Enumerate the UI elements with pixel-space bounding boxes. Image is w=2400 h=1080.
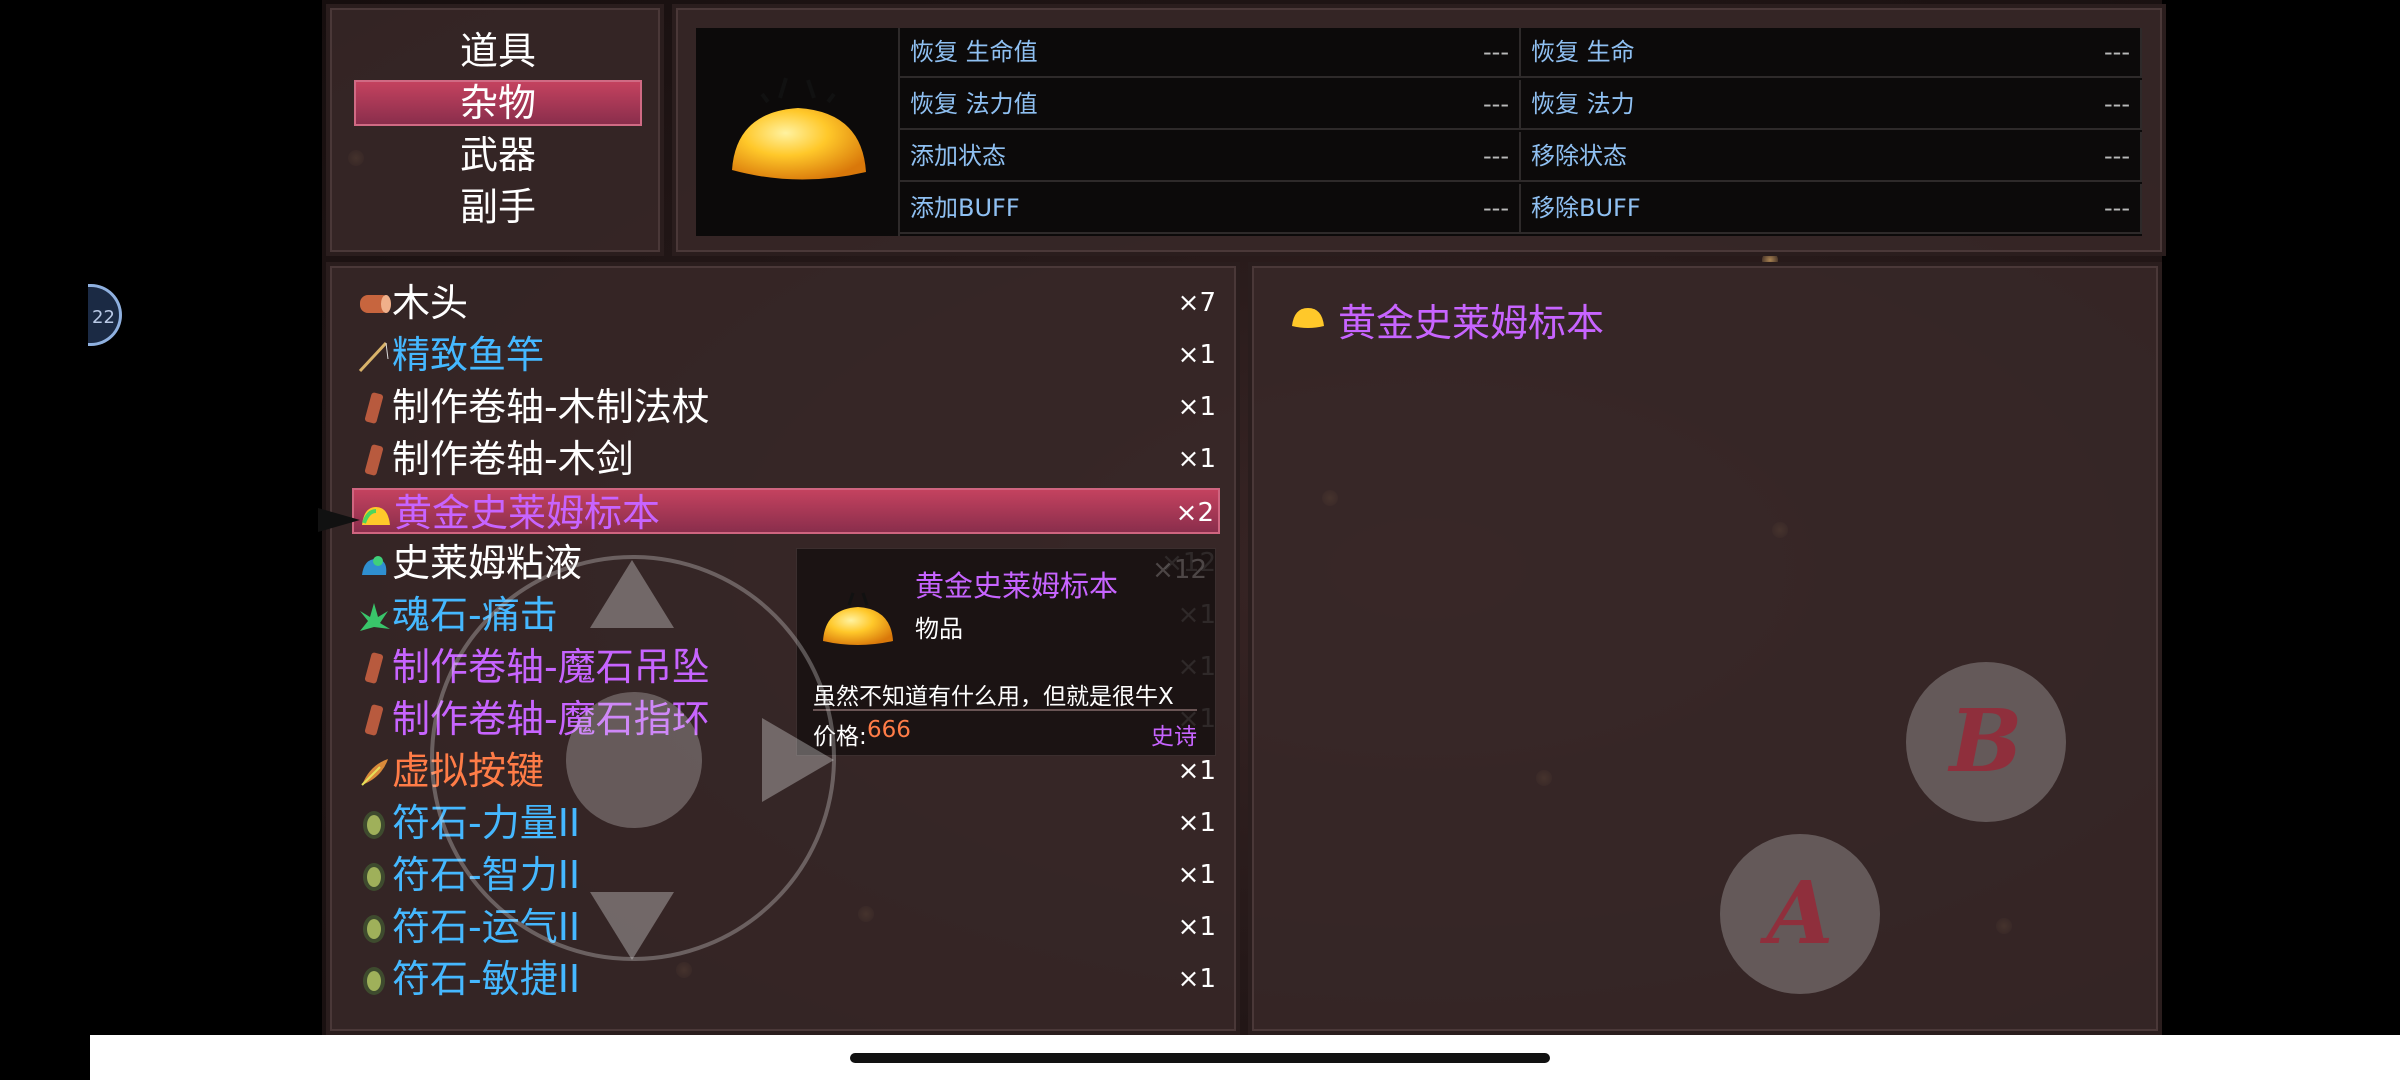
stat-value: --- <box>1483 142 1509 170</box>
item-count: ×1 <box>1177 340 1216 370</box>
stat-label: 恢复 生命值 <box>910 38 1038 66</box>
soul-stone-icon <box>356 599 392 633</box>
category-tab[interactable]: 武器 <box>354 132 642 178</box>
golden-slime-icon <box>732 77 866 180</box>
stat-row: 恢复 生命 --- <box>1521 28 2142 78</box>
stat-label: 恢复 法力值 <box>910 90 1038 118</box>
tooltip-item-type: 物品 <box>915 615 963 643</box>
item-count: ×1 <box>1177 392 1216 422</box>
wood-log-icon <box>356 287 392 321</box>
item-name: 黄金史莱姆标本 <box>394 491 661 535</box>
rune-stone-icon <box>356 911 392 945</box>
tooltip-underlay-count: ×12 <box>1152 555 1207 585</box>
selection-cursor <box>318 508 360 532</box>
category-tab[interactable]: 副手 <box>354 184 642 230</box>
dpad-down-icon[interactable] <box>590 892 674 960</box>
item-count: ×1 <box>1177 912 1216 942</box>
stat-label: 恢复 法力 <box>1531 90 1635 118</box>
feather-icon <box>356 755 392 789</box>
slime-goo-icon <box>356 547 392 581</box>
item-name: 符石-敏捷II <box>392 957 581 1001</box>
item-count: ×1 <box>1177 964 1216 994</box>
stat-label: 移除BUFF <box>1531 194 1641 222</box>
item-count: ×7 <box>1177 288 1216 318</box>
stats-table: 恢复 生命值 --- 恢复 法力值 --- 添加状态 --- 添加BUFF --- 恢复 生命… <box>696 28 2142 236</box>
stat-label: 移除状态 <box>1531 142 1627 170</box>
inventory-item-row[interactable]: 制作卷轴-木剑 ×1 <box>352 436 1220 482</box>
stat-row: 添加BUFF --- <box>900 184 1521 234</box>
inventory-item-row[interactable]: 木头 ×7 <box>352 280 1220 326</box>
item-count: ×1 <box>1177 860 1216 890</box>
stat-value: --- <box>2104 142 2130 170</box>
tooltip-price-value: 666 <box>867 717 911 743</box>
category-tab[interactable]: 杂物 <box>354 80 642 126</box>
stat-value: --- <box>2104 90 2130 118</box>
golden-slime-icon <box>358 497 394 531</box>
golden-slime-icon <box>823 592 893 645</box>
dpad-right-icon[interactable] <box>762 718 834 802</box>
fishing-rod-icon <box>356 339 392 373</box>
a-button[interactable]: A <box>1720 834 1880 994</box>
stat-row: 移除BUFF --- <box>1521 184 2142 234</box>
golden-slime-icon <box>1292 308 1324 328</box>
tooltip-description: 虽然不知道有什么用，但就是很牛X <box>813 684 1174 710</box>
tooltip-divider <box>813 709 1197 711</box>
stat-value: --- <box>1483 38 1509 66</box>
tooltip-rarity: 史诗 <box>1151 724 1197 750</box>
stat-label: 恢复 生命 <box>1531 38 1635 66</box>
rune-stone-icon <box>356 807 392 841</box>
scroll-icon <box>356 703 392 737</box>
inventory-item-row[interactable]: 符石-敏捷II ×1 <box>352 956 1220 1002</box>
scroll-icon <box>356 391 392 425</box>
item-detail-panel: 黄金史莱姆标本 <box>1248 262 2162 1035</box>
item-stats-panel: 恢复 生命值 --- 恢复 法力值 --- 添加状态 --- 添加BUFF --- 恢复 生命… <box>672 4 2166 256</box>
tooltip-item-name: 黄金史莱姆标本 <box>915 569 1119 603</box>
item-name: 制作卷轴-木剑 <box>392 437 634 481</box>
item-count: ×1 <box>1177 444 1216 474</box>
selected-item-preview <box>696 28 900 236</box>
stat-row: 添加状态 --- <box>900 132 1521 182</box>
b-button[interactable]: B <box>1906 662 2066 822</box>
scroll-icon <box>356 443 392 477</box>
item-tooltip: ×12 黄金史莱姆标本 物品 虽然不知道有什么用，但就是很牛X 价格: 666 … <box>796 548 1216 756</box>
rune-stone-icon <box>356 963 392 997</box>
item-name: 木头 <box>392 281 469 325</box>
game-screen: 22 道具 杂物 武器 副手 恢复 生命值 --- 恢复 法力值 --- 添加状… <box>0 0 2400 1080</box>
joystick-knob[interactable] <box>566 692 702 828</box>
side-badge[interactable]: 22 <box>88 284 122 346</box>
item-name: 制作卷轴-木制法杖 <box>392 385 710 429</box>
stat-row: 恢复 法力值 --- <box>900 80 1521 130</box>
stat-value: --- <box>1483 194 1509 222</box>
inventory-item-row[interactable]: 精致鱼竿 ×1 <box>352 332 1220 378</box>
dpad-up-icon[interactable] <box>590 560 674 628</box>
category-tab[interactable]: 道具 <box>354 28 642 74</box>
stat-value: --- <box>1483 90 1509 118</box>
scroll-icon <box>356 651 392 685</box>
detail-item-name: 黄金史莱姆标本 <box>1338 301 1605 345</box>
inventory-item-row[interactable]: 黄金史莱姆标本 ×2 <box>352 488 1220 535</box>
stat-label: 添加状态 <box>910 142 1006 170</box>
stat-label: 添加BUFF <box>910 194 1020 222</box>
stat-value: --- <box>2104 38 2130 66</box>
item-count: ×2 <box>1175 498 1214 528</box>
inventory-item-row[interactable]: 制作卷轴-木制法杖 ×1 <box>352 384 1220 430</box>
item-name: 精致鱼竿 <box>392 333 545 377</box>
inventory-item-row[interactable]: 符石-运气II ×1 <box>352 904 1220 950</box>
stat-row: 恢复 法力 --- <box>1521 80 2142 130</box>
rune-stone-icon <box>356 859 392 893</box>
item-count: ×1 <box>1177 808 1216 838</box>
stat-value: --- <box>2104 194 2130 222</box>
category-menu: 道具 杂物 武器 副手 <box>326 4 664 256</box>
home-indicator[interactable] <box>850 1053 1550 1063</box>
stat-row: 恢复 生命值 --- <box>900 28 1521 78</box>
stat-row: 移除状态 --- <box>1521 132 2142 182</box>
